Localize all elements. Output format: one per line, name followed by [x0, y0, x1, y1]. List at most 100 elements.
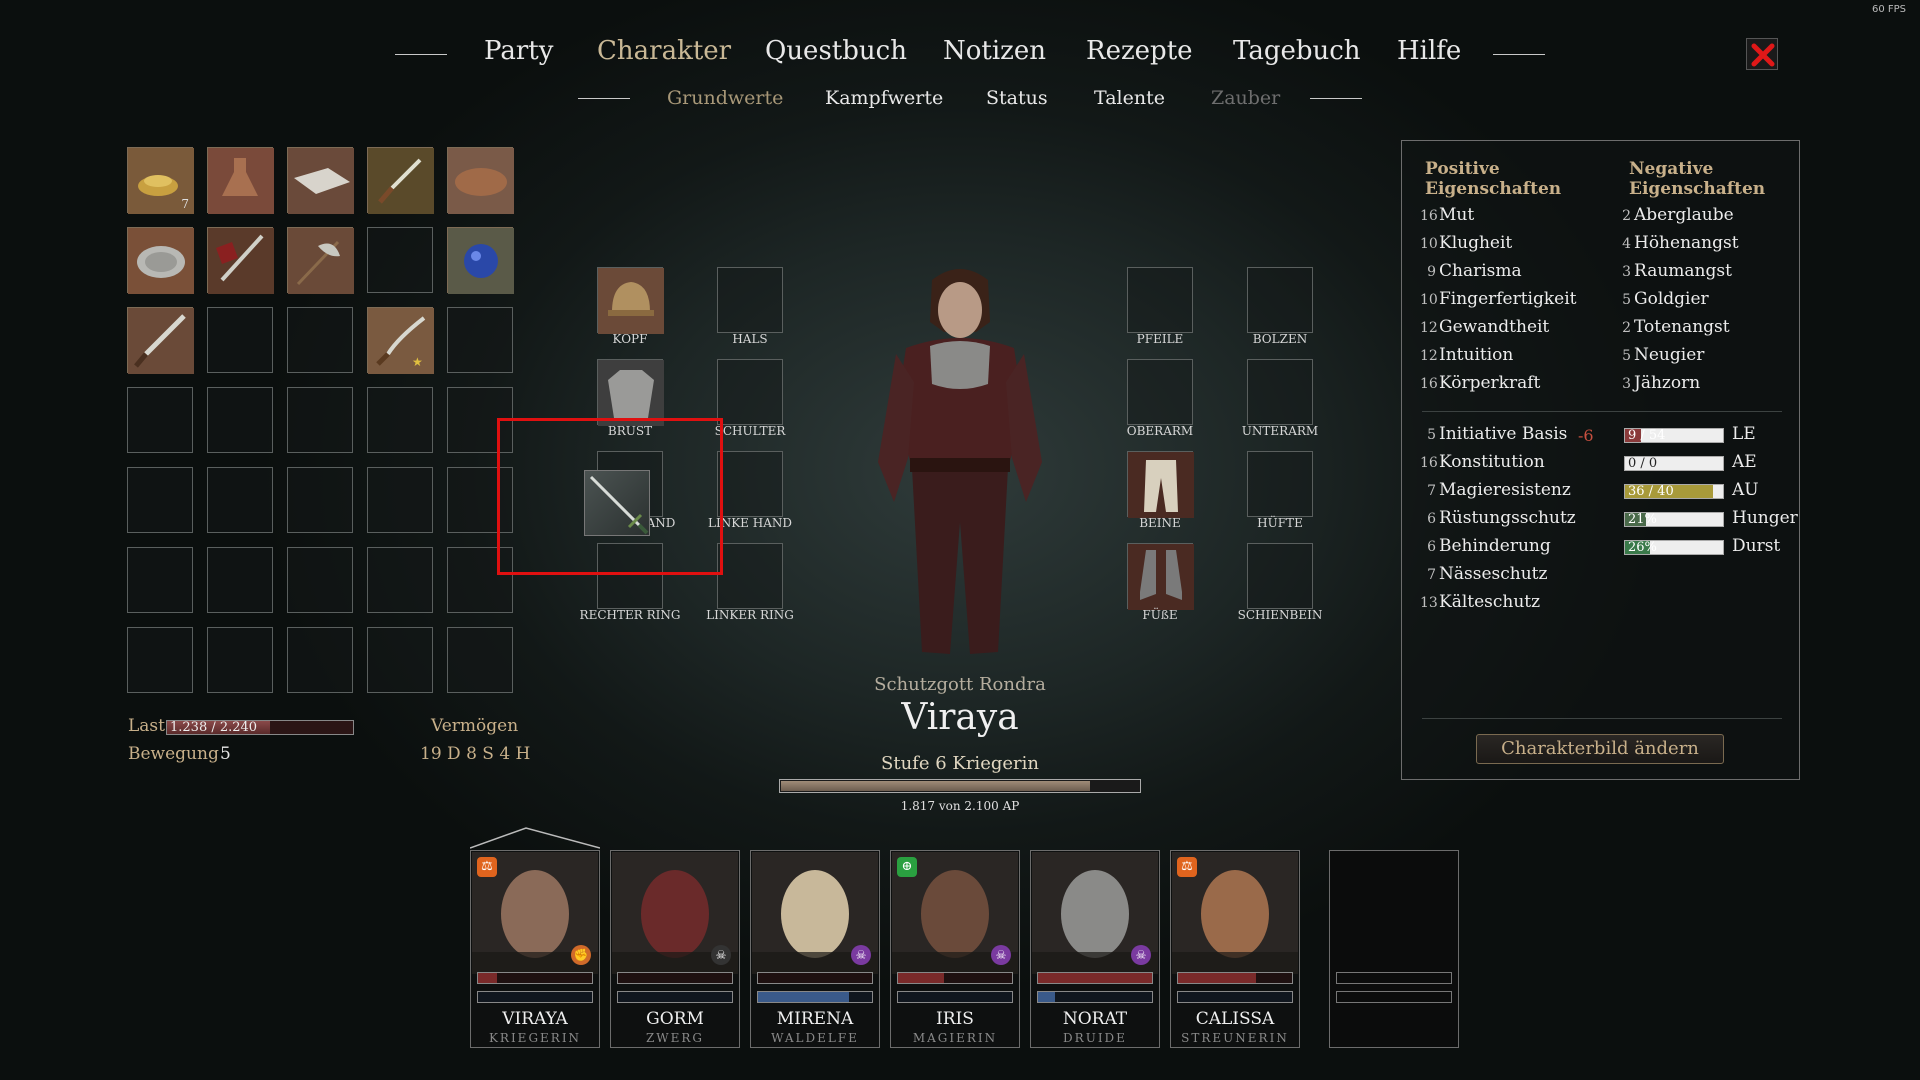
negative-attr-raumangst: 3 Raumangst — [1622, 261, 1732, 281]
change-portrait-button[interactable]: Charakterbild ändern — [1476, 734, 1724, 764]
inventory-slot-short-sword[interactable] — [127, 307, 194, 374]
party-member-name: NORAT — [1062, 1009, 1128, 1029]
positive-attr-fingerfertigkeit: 10Fingerfertigkeit — [1420, 289, 1577, 309]
inventory-slot-empty[interactable] — [367, 467, 433, 533]
party-member-iris[interactable]: ⊕ ☠ IRIS MAGIERIN — [890, 850, 1020, 1048]
inventory-slot-empty[interactable] — [367, 627, 433, 693]
equip-slot-linker-ring[interactable] — [717, 543, 783, 609]
equip-slot-kopf[interactable] — [597, 267, 664, 334]
inventory-slot-bedroll[interactable] — [447, 147, 514, 214]
inventory-slot-cloth[interactable] — [287, 147, 354, 214]
equip-slot-pfeile[interactable] — [1127, 267, 1193, 333]
equip-label-fuesse: FÜßE — [1142, 608, 1178, 622]
equip-slot-schulter[interactable] — [717, 359, 783, 425]
tab-status[interactable]: Status — [986, 87, 1048, 109]
party-member-calissa[interactable]: ⚖ CALISSA STREUNERIN — [1170, 850, 1300, 1048]
equip-slot-oberarm[interactable] — [1127, 359, 1193, 425]
inventory-slot-empty[interactable] — [127, 627, 193, 693]
equip-slot-linke-hand[interactable] — [717, 451, 783, 517]
party-member-gorm[interactable]: ☠ GORM ZWERG — [610, 850, 740, 1048]
attribute-name: Rüstungsschutz — [1439, 508, 1576, 528]
tab-rezepte[interactable]: Rezepte — [1086, 36, 1193, 66]
derived-attr-konstitution: 16Konstitution — [1420, 452, 1545, 472]
character-name: Viraya — [901, 697, 1019, 738]
inventory-slot-empty[interactable] — [287, 467, 353, 533]
inventory-slot-empty[interactable] — [127, 467, 193, 533]
inventory-slot-battle-axe[interactable] — [287, 227, 354, 294]
inventory-slot-blue-gem[interactable] — [447, 227, 514, 294]
status-badge: ⚖ — [477, 857, 497, 877]
tab-notizen[interactable]: Notizen — [943, 36, 1046, 66]
attribute-name: Goldgier — [1634, 289, 1709, 309]
attribute-name: Intuition — [1439, 345, 1514, 365]
inventory-slot-empty[interactable] — [367, 547, 433, 613]
derived-attr-behinderung: 6 Behinderung — [1420, 536, 1551, 556]
equip-slot-huefte[interactable] — [1247, 451, 1313, 517]
tab-party[interactable]: Party — [484, 36, 553, 66]
resource-bar-text: 0 / 0 — [1628, 456, 1658, 471]
resource-label-ae: AE — [1732, 452, 1757, 472]
tab-tagebuch[interactable]: Tagebuch — [1233, 36, 1361, 66]
inventory-slot-plate[interactable] — [127, 227, 194, 294]
close-button[interactable] — [1746, 38, 1778, 70]
attribute-name: Fingerfertigkeit — [1439, 289, 1577, 309]
inventory-slot-empty[interactable] — [127, 387, 193, 453]
inventory-slot-empty[interactable] — [207, 627, 273, 693]
party-member-name: GORM — [646, 1009, 704, 1029]
tab-talente[interactable]: Talente — [1094, 87, 1165, 109]
inventory-slot-empty[interactable] — [287, 547, 353, 613]
inventory-slot-empty[interactable] — [207, 387, 273, 453]
resource-label-au: AU — [1732, 480, 1759, 500]
tab-questbuch[interactable]: Questbuch — [765, 36, 907, 66]
attribute-value: 2 — [1622, 208, 1631, 224]
inventory-slot-empty[interactable] — [287, 307, 353, 373]
equip-slot-fuesse[interactable] — [1127, 543, 1194, 610]
inventory-slot-empty[interactable] — [207, 307, 273, 373]
attribute-value: 7 — [1427, 567, 1436, 583]
party-member-norat[interactable]: ☠ NORAT DRUIDE — [1030, 850, 1160, 1048]
tab-kampfwerte[interactable]: Kampfwerte — [825, 87, 943, 109]
inventory-slot-empty[interactable] — [367, 387, 433, 453]
inventory-slot-empty[interactable] — [447, 627, 513, 693]
inventory-slot-empty[interactable] — [287, 627, 353, 693]
blue-gem-icon — [448, 228, 514, 294]
party-member-class: WALDELFE — [771, 1031, 859, 1045]
tab-charakter[interactable]: Charakter — [597, 36, 731, 66]
tab-zauber[interactable]: Zauber — [1211, 87, 1280, 109]
inventory-slot-bowl-of-food[interactable]: 7 — [127, 147, 194, 214]
attribute-name: Jähzorn — [1634, 373, 1701, 393]
positive-attr-charisma: 9 Charisma — [1420, 261, 1522, 281]
inventory-slot-dagger[interactable] — [367, 147, 434, 214]
inventory-slot-empty[interactable] — [207, 467, 273, 533]
equip-slot-hals[interactable] — [717, 267, 783, 333]
inventory-slot-saber[interactable]: ★ — [367, 307, 434, 374]
short-sword-icon — [128, 308, 194, 374]
inventory-slot-empty[interactable] — [367, 227, 433, 293]
attribute-value: 5 — [1622, 348, 1631, 364]
party-slot-empty[interactable] — [1329, 850, 1459, 1048]
inventory-slot-sword-and-shield[interactable] — [207, 227, 274, 294]
equip-slot-unterarm[interactable] — [1247, 359, 1313, 425]
tab-grundwerte[interactable]: Grundwerte — [667, 87, 783, 109]
hp-bar — [477, 972, 593, 984]
main-navigation: Party Charakter Questbuch Notizen Rezept… — [0, 36, 1920, 76]
inventory-slot-empty[interactable] — [127, 547, 193, 613]
party-member-viraya[interactable]: ⚖ ✊ VIRAYA KRIEGERIN — [470, 850, 600, 1048]
item-quantity: 7 — [181, 197, 189, 211]
inventory-slot-empty[interactable] — [207, 547, 273, 613]
condition-icon: ☠ — [711, 945, 731, 965]
party-member-mirena[interactable]: ☠ MIRENA WALDELFE — [750, 850, 880, 1048]
equip-slot-brust[interactable] — [597, 359, 664, 426]
equip-slot-bolzen[interactable] — [1247, 267, 1313, 333]
resource-bar-durst: 26% — [1624, 540, 1724, 555]
tab-hilfe[interactable]: Hilfe — [1397, 36, 1461, 66]
inventory-slot-empty[interactable] — [287, 387, 353, 453]
equip-slot-schienbein[interactable] — [1247, 543, 1313, 609]
inventory-slot-empty[interactable] — [447, 307, 513, 373]
sub-navigation: Grundwerte Kampfwerte Status Talente Zau… — [0, 87, 1920, 113]
trousers-icon — [1128, 452, 1194, 518]
inventory-slot-flask[interactable] — [207, 147, 274, 214]
equip-slot-beine[interactable] — [1127, 451, 1194, 518]
negative-heading: Negative Eigenschaften — [1629, 159, 1766, 199]
character-deity: Schutzgott Rondra — [874, 674, 1046, 695]
